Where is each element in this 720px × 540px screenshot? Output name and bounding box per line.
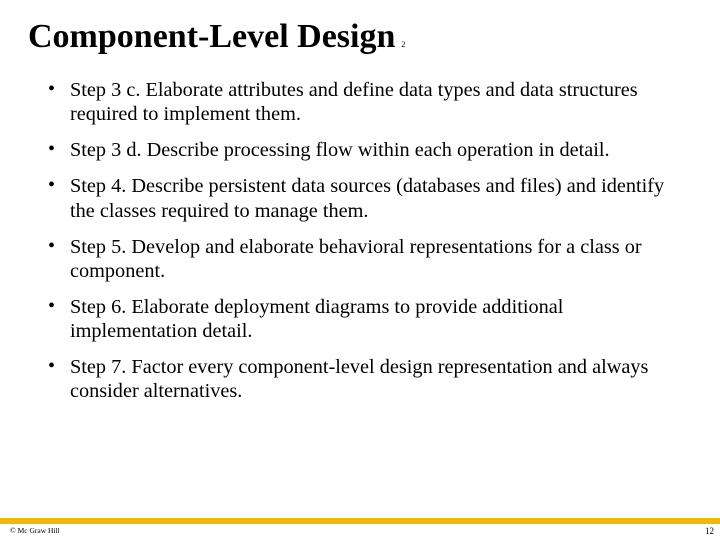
footer: © Mc Graw Hill 12 xyxy=(0,518,720,540)
title-row: Component-Level Design 2 xyxy=(28,18,692,56)
bullet-item: Step 3 d. Describe processing flow withi… xyxy=(48,138,692,162)
copyright-text: © Mc Graw Hill xyxy=(10,526,60,535)
bullet-item: Step 7. Factor every component-level des… xyxy=(48,355,692,403)
slide: Component-Level Design 2 Step 3 c. Elabo… xyxy=(0,0,720,540)
bullet-item: Step 6. Elaborate deployment diagrams to… xyxy=(48,295,692,343)
bullet-list: Step 3 c. Elaborate attributes and defin… xyxy=(28,78,692,404)
bullet-item: Step 5. Develop and elaborate behavioral… xyxy=(48,235,692,283)
slide-title: Component-Level Design xyxy=(28,18,395,56)
footer-row: © Mc Graw Hill 12 xyxy=(0,524,720,536)
title-subscript: 2 xyxy=(401,40,405,49)
page-number: 12 xyxy=(705,526,714,536)
bullet-item: Step 4. Describe persistent data sources… xyxy=(48,174,692,222)
bullet-item: Step 3 c. Elaborate attributes and defin… xyxy=(48,78,692,126)
